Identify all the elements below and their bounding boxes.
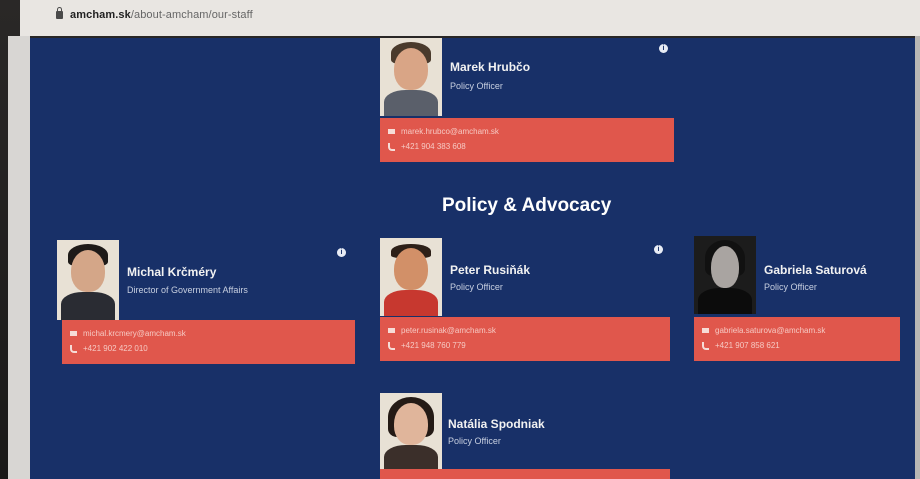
staff-photo: [57, 240, 119, 320]
phone-row[interactable]: +421 902 422 010: [70, 344, 148, 353]
phone-icon: [70, 344, 77, 353]
staff-phone: +421 902 422 010: [83, 344, 148, 353]
monitor-frame: amcham.sk/about-amcham/our-staff Marek H…: [0, 0, 920, 479]
staff-phone: +421 907 858 621: [715, 341, 780, 350]
lock-icon: [56, 7, 63, 19]
staff-name: Gabriela Saturová: [764, 263, 867, 277]
mail-icon: [70, 331, 77, 337]
browser-address-bar[interactable]: amcham.sk/about-amcham/our-staff: [20, 0, 920, 36]
email-row[interactable]: michal.krcmery@amcham.sk: [70, 329, 186, 338]
staff-email: gabriela.saturova@amcham.sk: [715, 326, 826, 335]
page-edge-right: [915, 36, 920, 479]
url-host: amcham.sk: [70, 9, 131, 21]
staff-card: Marek Hrubčo Policy Officer i marek.hrub…: [380, 38, 675, 163]
phone-row[interactable]: +421 904 383 608: [388, 142, 466, 151]
staff-card: Gabriela Saturová Policy Officer gabriel…: [694, 236, 904, 362]
contact-box: [380, 469, 670, 479]
phone-row[interactable]: +421 907 858 621: [702, 341, 780, 350]
staff-title: Policy Officer: [764, 282, 817, 292]
photo-body: [384, 445, 438, 471]
staff-photo: [380, 38, 442, 116]
mail-icon: [702, 328, 709, 334]
staff-email: michal.krcmery@amcham.sk: [83, 329, 186, 338]
staff-phone: +421 948 760 779: [401, 341, 466, 350]
staff-card: Peter Rusiňák Policy Officer i peter.rus…: [380, 238, 675, 364]
mail-icon: [388, 328, 395, 334]
section-title: Policy & Advocacy: [442, 195, 612, 216]
email-row[interactable]: marek.hrubco@amcham.sk: [388, 127, 499, 136]
contact-box: marek.hrubco@amcham.sk +421 904 383 608: [380, 118, 674, 162]
phone-icon: [388, 341, 395, 350]
staff-photo: [694, 236, 756, 314]
phone-icon: [702, 341, 709, 350]
contact-box: michal.krcmery@amcham.sk +421 902 422 01…: [62, 320, 355, 364]
staff-phone: +421 904 383 608: [401, 142, 466, 151]
info-icon[interactable]: i: [654, 245, 663, 254]
staff-card: Natália Spodniak Policy Officer: [380, 393, 675, 479]
photo-body: [384, 290, 438, 316]
url-path: /about-amcham/our-staff: [130, 9, 253, 21]
email-row[interactable]: peter.rusinak@amcham.sk: [388, 326, 496, 335]
staff-email: marek.hrubco@amcham.sk: [401, 127, 499, 136]
photo-face: [71, 250, 105, 292]
staff-email: peter.rusinak@amcham.sk: [401, 326, 496, 335]
info-icon[interactable]: i: [337, 248, 346, 257]
staff-title: Policy Officer: [448, 436, 501, 446]
staff-photo: [380, 238, 442, 316]
photo-face: [394, 248, 428, 290]
contact-box: peter.rusinak@amcham.sk +421 948 760 779: [380, 317, 670, 361]
staff-title: Director of Government Affairs: [127, 285, 248, 295]
contact-box: gabriela.saturova@amcham.sk +421 907 858…: [694, 317, 900, 361]
photo-body: [698, 288, 752, 314]
photo-face: [394, 48, 428, 90]
staff-card: Michal Krčméry Director of Government Af…: [57, 240, 357, 366]
staff-photo: [380, 393, 442, 471]
staff-page: Marek Hrubčo Policy Officer i marek.hrub…: [30, 38, 915, 479]
staff-title: Policy Officer: [450, 81, 503, 91]
photo-body: [61, 292, 115, 320]
mail-icon: [388, 129, 395, 135]
photo-face: [394, 403, 428, 445]
phone-row[interactable]: +421 948 760 779: [388, 341, 466, 350]
photo-face: [711, 246, 739, 288]
info-icon[interactable]: i: [659, 44, 668, 53]
staff-name: Marek Hrubčo: [450, 60, 531, 74]
url-text[interactable]: amcham.sk/about-amcham/our-staff: [70, 9, 253, 21]
phone-icon: [388, 142, 395, 151]
staff-name: Peter Rusiňák: [450, 263, 531, 277]
staff-name: Michal Krčméry: [127, 265, 217, 279]
email-row[interactable]: gabriela.saturova@amcham.sk: [702, 326, 825, 335]
staff-title: Policy Officer: [450, 282, 503, 292]
page-edge-left: [8, 36, 30, 479]
staff-name: Natália Spodniak: [448, 417, 545, 431]
photo-body: [384, 90, 438, 116]
